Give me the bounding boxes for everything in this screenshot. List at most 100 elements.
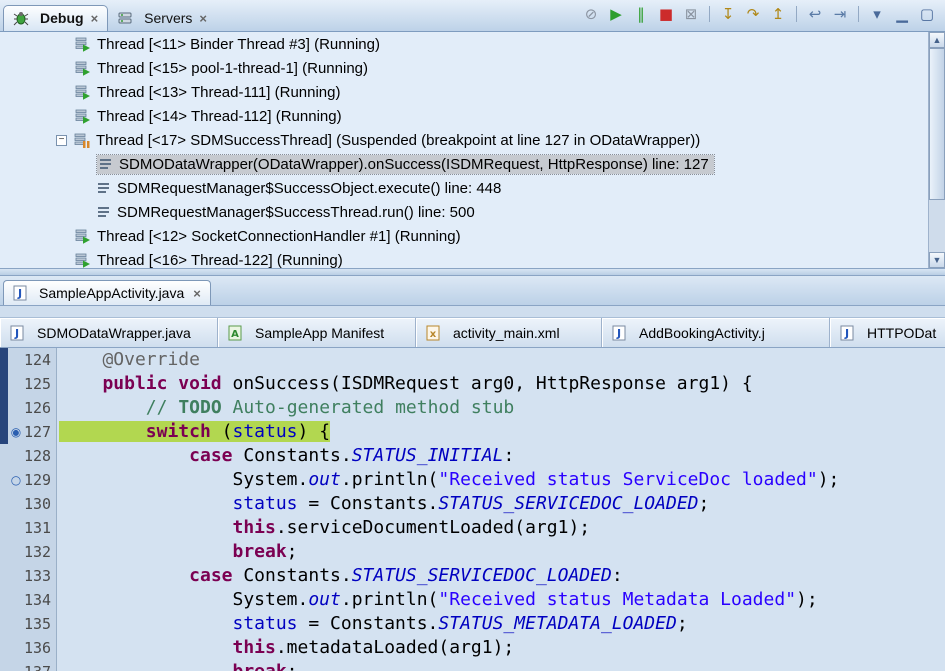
minimize-icon[interactable]: ▁ <box>892 4 912 24</box>
code-text[interactable]: status = Constants.STATUS_SERVICEDOC_LOA… <box>57 492 709 516</box>
range-indicator <box>0 636 8 660</box>
line-number: 128 <box>24 447 52 465</box>
thread-row[interactable]: Thread [<11> Binder Thread #3] (Running) <box>0 32 945 56</box>
code-line[interactable]: 124 @Override <box>0 348 945 372</box>
scrollbar[interactable]: ▲ ▼ <box>928 32 945 268</box>
code-line[interactable]: ○ 129 System.out.println("Received status… <box>0 468 945 492</box>
line-number-gutter[interactable]: 131 <box>0 516 58 540</box>
step-into-icon[interactable]: ↧ <box>718 4 738 24</box>
code-line[interactable]: 135 status = Constants.STATUS_METADATA_L… <box>0 612 945 636</box>
line-number-gutter[interactable]: 128 <box>0 444 58 468</box>
line-number-gutter[interactable]: 134 <box>0 588 58 612</box>
code-line[interactable]: 136 this.metadataLoaded(arg1); <box>0 636 945 660</box>
line-number-gutter[interactable]: 132 <box>0 540 58 564</box>
resume-icon[interactable]: ▶ <box>606 4 626 24</box>
line-number-gutter[interactable]: 137 <box>0 660 58 671</box>
thread-row[interactable]: Thread [<12> SocketConnectionHandler #1]… <box>0 224 945 248</box>
code-line[interactable]: 137 break; <box>0 660 945 671</box>
maximize-icon[interactable]: ▢ <box>917 4 937 24</box>
thread-row[interactable]: Thread [<16> Thread-122] (Running) <box>0 248 945 268</box>
code-text[interactable]: public void onSuccess(ISDMRequest arg0, … <box>57 372 752 396</box>
code-text[interactable]: status = Constants.STATUS_METADATA_LOADE… <box>57 612 687 636</box>
tree-row-label: Thread [<14> Thread-112] (Running) <box>97 107 342 125</box>
tree-row-label: SDMRequestManager$SuccessThread.run() li… <box>117 203 475 221</box>
code-text[interactable]: // TODO Auto-generated method stub <box>57 396 515 420</box>
use-step-filters-icon[interactable]: ⇥ <box>830 4 850 24</box>
code-text[interactable]: this.serviceDocumentLoaded(arg1); <box>57 516 590 540</box>
current-line-breakpoint-icon[interactable]: ◉ <box>8 420 24 444</box>
editor-tab-label: activity_main.xml <box>453 324 560 341</box>
terminate-icon[interactable]: ■ <box>656 4 676 24</box>
scroll-thumb[interactable] <box>929 48 945 200</box>
view-menu-icon[interactable]: ▾ <box>867 4 887 24</box>
line-number-gutter[interactable]: 124 <box>0 348 58 372</box>
close-icon[interactable]: × <box>193 286 201 301</box>
breakpoint-icon[interactable]: ○ <box>8 468 24 492</box>
code-line[interactable]: 128 case Constants.STATUS_INITIAL: <box>0 444 945 468</box>
editor-tab-activity-main-xml[interactable]: x activity_main.xml <box>416 318 602 347</box>
close-icon[interactable]: × <box>91 11 99 26</box>
editor-tab-httpodat[interactable]: J HTTPODat <box>830 318 945 347</box>
code-text[interactable]: case Constants.STATUS_SERVICEDOC_LOADED: <box>57 564 623 588</box>
tree-row-label: Thread [<13> Thread-111] (Running) <box>97 83 341 101</box>
code-line[interactable]: 132 break; <box>0 540 945 564</box>
editor-tab-sdmodatawrapper-java[interactable]: J SDMODataWrapper.java <box>0 318 218 347</box>
scroll-down-button[interactable]: ▼ <box>929 252 945 268</box>
line-number-gutter[interactable]: 125 <box>0 372 58 396</box>
code-text[interactable]: switch (status) { <box>57 420 331 444</box>
code-editor[interactable]: 124 @Override 125 public void onSuccess(I… <box>0 348 945 671</box>
stack-frame-row[interactable]: SDMODataWrapper(ODataWrapper).onSuccess(… <box>0 152 945 176</box>
line-number-gutter[interactable]: 135 <box>0 612 58 636</box>
thread-row[interactable]: − Thread [<17> SDMSuccessThread] (Suspend… <box>0 128 945 152</box>
tree-row-label: Thread [<16> Thread-122] (Running) <box>97 251 343 269</box>
line-number-gutter[interactable]: 133 <box>0 564 58 588</box>
drop-to-frame-icon[interactable]: ↩ <box>805 4 825 24</box>
code-text[interactable]: @Override <box>57 348 200 372</box>
line-number-gutter[interactable]: 126 <box>0 396 58 420</box>
code-text[interactable]: this.metadataLoaded(arg1); <box>57 636 514 660</box>
toolbar-separator <box>858 6 859 22</box>
stack-frame-row[interactable]: SDMRequestManager$SuccessThread.run() li… <box>0 200 945 224</box>
line-number-gutter[interactable]: ◉ 127 <box>0 420 58 444</box>
scroll-up-button[interactable]: ▲ <box>929 32 945 48</box>
thread-row[interactable]: Thread [<15> pool-1-thread-1] (Running) <box>0 56 945 80</box>
editor-tab-sampleapp-manifest[interactable]: A SampleApp Manifest <box>218 318 416 347</box>
code-line[interactable]: 134 System.out.println("Received status … <box>0 588 945 612</box>
code-line[interactable]: 125 public void onSuccess(ISDMRequest ar… <box>0 372 945 396</box>
expander-icon[interactable]: − <box>56 134 67 146</box>
step-over-icon[interactable]: ↷ <box>743 4 763 24</box>
java-file-icon: J <box>612 325 626 341</box>
code-text[interactable]: break; <box>57 660 297 671</box>
suspend-icon[interactable]: ‖ <box>631 4 651 24</box>
range-indicator <box>0 660 8 671</box>
view-tab-area: Debug × Servers × <box>3 5 216 31</box>
line-number-gutter[interactable]: 136 <box>0 636 58 660</box>
step-return-icon[interactable]: ↥ <box>768 4 788 24</box>
code-text[interactable]: case Constants.STATUS_INITIAL: <box>57 444 514 468</box>
code-text[interactable]: System.out.println("Received status Meta… <box>57 588 817 612</box>
thread-row[interactable]: Thread [<13> Thread-111] (Running) <box>0 80 945 104</box>
close-icon[interactable]: × <box>199 11 207 26</box>
stack-frame-row[interactable]: SDMRequestManager$SuccessObject.execute(… <box>0 176 945 200</box>
code-line[interactable]: 133 case Constants.STATUS_SERVICEDOC_LOA… <box>0 564 945 588</box>
skip-all-breakpoints-icon[interactable]: ⊘ <box>581 4 601 24</box>
tree-row-label: Thread [<17> SDMSuccessThread] (Suspende… <box>96 131 701 149</box>
code-text[interactable]: break; <box>57 540 297 564</box>
code-line[interactable]: 130 status = Constants.STATUS_SERVICEDOC… <box>0 492 945 516</box>
code-line[interactable]: 131 this.serviceDocumentLoaded(arg1); <box>0 516 945 540</box>
code-text[interactable]: System.out.println("Received status Serv… <box>57 468 839 492</box>
line-number-gutter[interactable]: 130 <box>0 492 58 516</box>
range-indicator <box>0 516 8 540</box>
view-tab-debug[interactable]: Debug × <box>3 5 109 31</box>
sash-divider[interactable] <box>0 268 945 276</box>
tree-row-label: Thread [<12> SocketConnectionHandler #1]… <box>97 227 461 245</box>
line-number-gutter[interactable]: ○ 129 <box>0 468 58 492</box>
editor-tab-addbookingactivity-j[interactable]: J AddBookingActivity.j <box>602 318 830 347</box>
code-line[interactable]: ◉ 127 switch (status) { <box>0 420 945 444</box>
view-tab-servers[interactable]: Servers × <box>108 6 216 31</box>
thread-row[interactable]: Thread [<14> Thread-112] (Running) <box>0 104 945 128</box>
code-line[interactable]: 126 // TODO Auto-generated method stub <box>0 396 945 420</box>
disconnect-icon[interactable]: ⊠ <box>681 4 701 24</box>
editor-tab-sampleappactivity[interactable]: J SampleAppActivity.java × <box>3 280 211 305</box>
tree-row-label: Thread [<15> pool-1-thread-1] (Running) <box>97 59 368 77</box>
